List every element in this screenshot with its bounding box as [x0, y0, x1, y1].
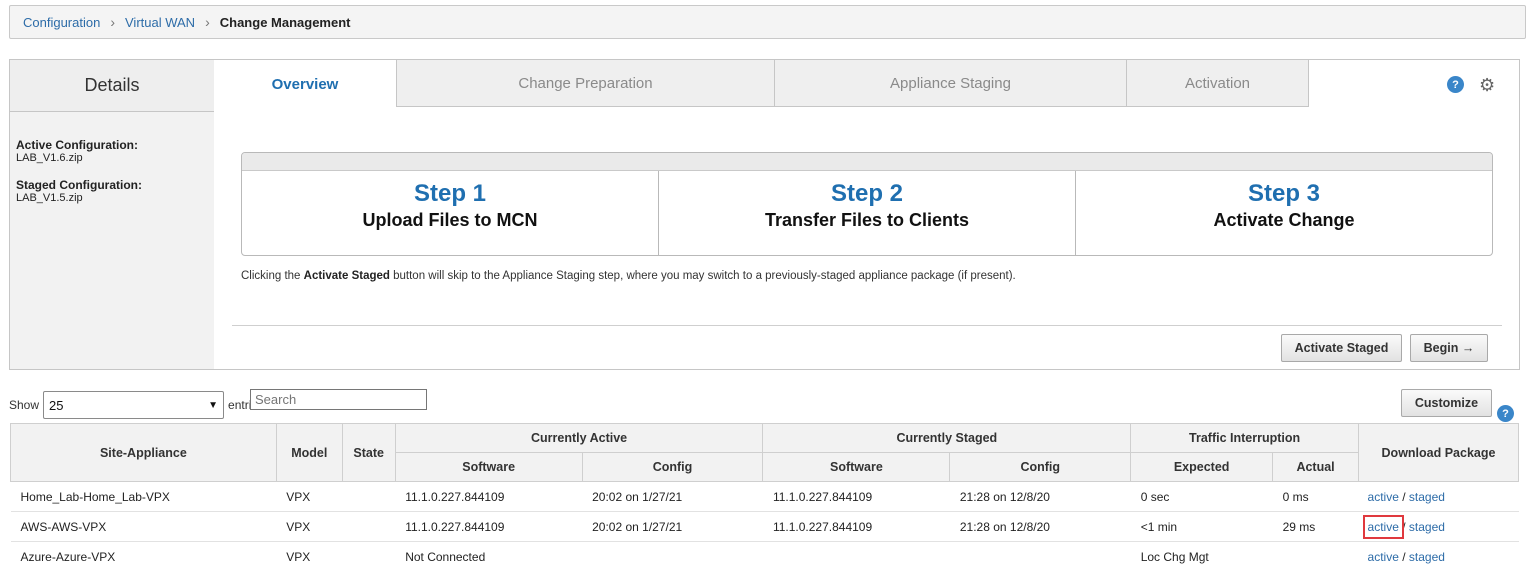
download-active-link[interactable]: active: [1362, 514, 1404, 539]
col-site-appliance[interactable]: Site-Appliance: [10, 423, 277, 482]
download-staged-link[interactable]: staged: [1409, 550, 1445, 564]
appliance-table: Site-Appliance Model State Currently Act…: [10, 423, 1519, 568]
divider: [232, 325, 1502, 326]
chevron-down-icon: ▼: [208, 399, 219, 411]
download-active-link[interactable]: active: [1368, 490, 1399, 504]
begin-button[interactable]: Begin →: [1410, 334, 1488, 362]
col-expected[interactable]: Expected: [1130, 452, 1274, 482]
step-title: Activate Change: [1213, 210, 1355, 230]
breadcrumb-configuration[interactable]: Configuration: [23, 15, 100, 30]
col-download-package[interactable]: Download Package: [1358, 423, 1519, 482]
staged-config-label: Staged Configuration:: [16, 178, 142, 192]
show-label: Show: [9, 398, 40, 412]
col-state[interactable]: State: [341, 423, 396, 482]
help-icon[interactable]: ?: [1447, 76, 1464, 93]
page-size-control: Show 25 ▼ entries: [9, 391, 264, 419]
table-row: Azure-Azure-VPX VPX Not Connected Loc Ch…: [10, 541, 1519, 568]
tab-change-preparation[interactable]: Change Preparation: [397, 59, 775, 107]
chevron-right-icon: ›: [205, 14, 210, 30]
group-currently-active: Currently Active: [394, 423, 764, 453]
col-active-config[interactable]: Config: [581, 452, 764, 482]
info-note: Clicking the Activate Staged button will…: [241, 270, 1016, 282]
col-active-software[interactable]: Software: [394, 452, 583, 482]
tab-appliance-staging[interactable]: Appliance Staging: [775, 59, 1127, 107]
active-config-value: LAB_V1.6.zip: [16, 152, 83, 164]
tab-bar: Overview Change Preparation Appliance St…: [214, 59, 1309, 107]
col-actual[interactable]: Actual: [1272, 452, 1360, 482]
activate-staged-button[interactable]: Activate Staged: [1281, 334, 1402, 362]
help-icon[interactable]: ?: [1497, 405, 1514, 422]
step-1: Step 1 Upload Files to MCN: [242, 171, 659, 255]
breadcrumb: Configuration › Virtual WAN › Change Man…: [9, 5, 1526, 39]
col-model[interactable]: Model: [275, 423, 343, 482]
search-input[interactable]: [250, 389, 427, 410]
details-panel: Details Active Configuration: LAB_V1.6.z…: [9, 59, 215, 370]
step-2: Step 2 Transfer Files to Clients: [659, 171, 1076, 255]
active-config-label: Active Configuration:: [16, 138, 138, 152]
step-title: Transfer Files to Clients: [764, 210, 970, 230]
note-emphasis: Activate Staged: [303, 270, 390, 282]
details-title: Details: [10, 60, 214, 112]
table-row: Home_Lab-Home_Lab-VPX VPX 11.1.0.227.844…: [10, 481, 1519, 512]
group-currently-staged: Currently Staged: [762, 423, 1132, 453]
tab-overview[interactable]: Overview: [214, 59, 397, 107]
tab-activation[interactable]: Activation: [1127, 59, 1309, 107]
customize-button[interactable]: Customize: [1401, 389, 1492, 417]
download-staged-link[interactable]: staged: [1409, 520, 1445, 534]
step-3: Step 3 Activate Change: [1076, 171, 1492, 255]
breadcrumb-virtual-wan[interactable]: Virtual WAN: [125, 15, 195, 30]
col-staged-software[interactable]: Software: [762, 452, 951, 482]
step-number: Step 1: [413, 180, 487, 207]
chevron-right-icon: ›: [110, 14, 115, 30]
col-staged-config[interactable]: Config: [949, 452, 1132, 482]
steps-panel: Step 1 Upload Files to MCN Step 2 Transf…: [241, 152, 1493, 256]
gear-icon[interactable]: ⚙: [1479, 76, 1495, 94]
step-number: Step 2: [830, 180, 904, 207]
breadcrumb-current: Change Management: [219, 14, 351, 30]
download-staged-link[interactable]: staged: [1409, 490, 1445, 504]
download-active-link[interactable]: active: [1368, 550, 1399, 564]
staged-config-value: LAB_V1.5.zip: [16, 192, 83, 204]
step-number: Step 3: [1247, 180, 1321, 207]
step-title: Upload Files to MCN: [362, 210, 538, 230]
entries-select[interactable]: 25 ▼: [43, 391, 225, 419]
table-row: AWS-AWS-VPX VPX 11.1.0.227.844109 20:02 …: [10, 511, 1519, 542]
group-traffic-interruption: Traffic Interruption: [1130, 423, 1360, 453]
